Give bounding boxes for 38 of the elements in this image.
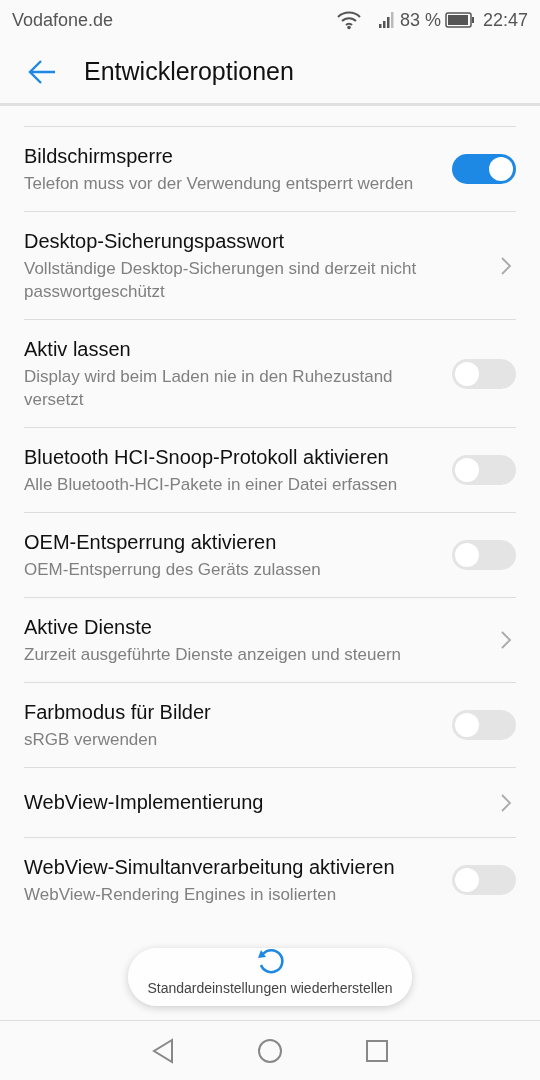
page-title: Entwickleroptionen — [84, 55, 294, 87]
setting-description: sRGB verwenden — [24, 729, 159, 751]
clock: 22:47 — [482, 8, 528, 32]
setting-title: Desktop-Sicherungspasswort — [24, 229, 286, 254]
setting-description: Display wird beim Laden nie in den Ruhezustand versetzt — [24, 366, 394, 411]
toggle-switch[interactable] — [452, 540, 516, 570]
setting-title: Bildschirmsperre — [24, 144, 174, 169]
toggle-switch[interactable] — [452, 455, 516, 485]
nav-home-icon[interactable] — [257, 1037, 283, 1064]
setting-description: WebView-Rendering Engines in isolierten — [24, 884, 338, 906]
setting-title: Aktive Dienste — [24, 615, 153, 640]
setting-title: Aktiv lassen — [24, 337, 132, 362]
battery-percent: 83 % — [399, 8, 441, 32]
setting-description: Telefon muss vor der Verwendung entsperrt werden — [24, 173, 415, 195]
toggle-switch[interactable] — [452, 710, 516, 740]
chevron-right-icon — [500, 630, 512, 650]
setting-description: Vollständige Desktop-Sicherungen sind derzeit nicht passwortgeschützt — [24, 258, 418, 303]
setting-title: Bluetooth HCI-Snoop-Protokoll aktivieren — [24, 445, 390, 470]
setting-title: WebView-Simultanverarbeitung aktivieren — [24, 855, 396, 880]
toggle-switch[interactable] — [452, 865, 516, 895]
chevron-right-icon — [500, 792, 512, 813]
back-arrow-icon — [27, 58, 57, 85]
setting-title: Farbmodus für Bilder — [24, 700, 212, 725]
setting-description: Alle Bluetooth-HCI-Pakete in einer Datei erfassen — [24, 474, 399, 496]
battery-icon — [444, 12, 475, 28]
toggle-switch[interactable] — [452, 358, 516, 389]
setting-description: OEM-Entsperrung des Geräts zulassen — [24, 559, 322, 581]
carrier-name: Vodafone.de — [12, 8, 114, 32]
toggle-switch[interactable] — [452, 154, 516, 184]
chevron-right-icon — [500, 255, 512, 276]
toast-message: Standardeinstellungen wiederherstellen — [147, 978, 393, 998]
nav-recents-icon[interactable] — [365, 1038, 389, 1063]
setting-title: WebView-Implementierung — [24, 790, 265, 815]
setting-description: Zurzeit ausgeführte Dienste anzeigen und steuern — [24, 644, 403, 666]
setting-title: OEM-Entsperrung aktivieren — [24, 530, 278, 555]
signal-icon — [377, 11, 396, 29]
nav-back-icon[interactable] — [151, 1037, 175, 1064]
wifi-icon — [335, 10, 362, 30]
